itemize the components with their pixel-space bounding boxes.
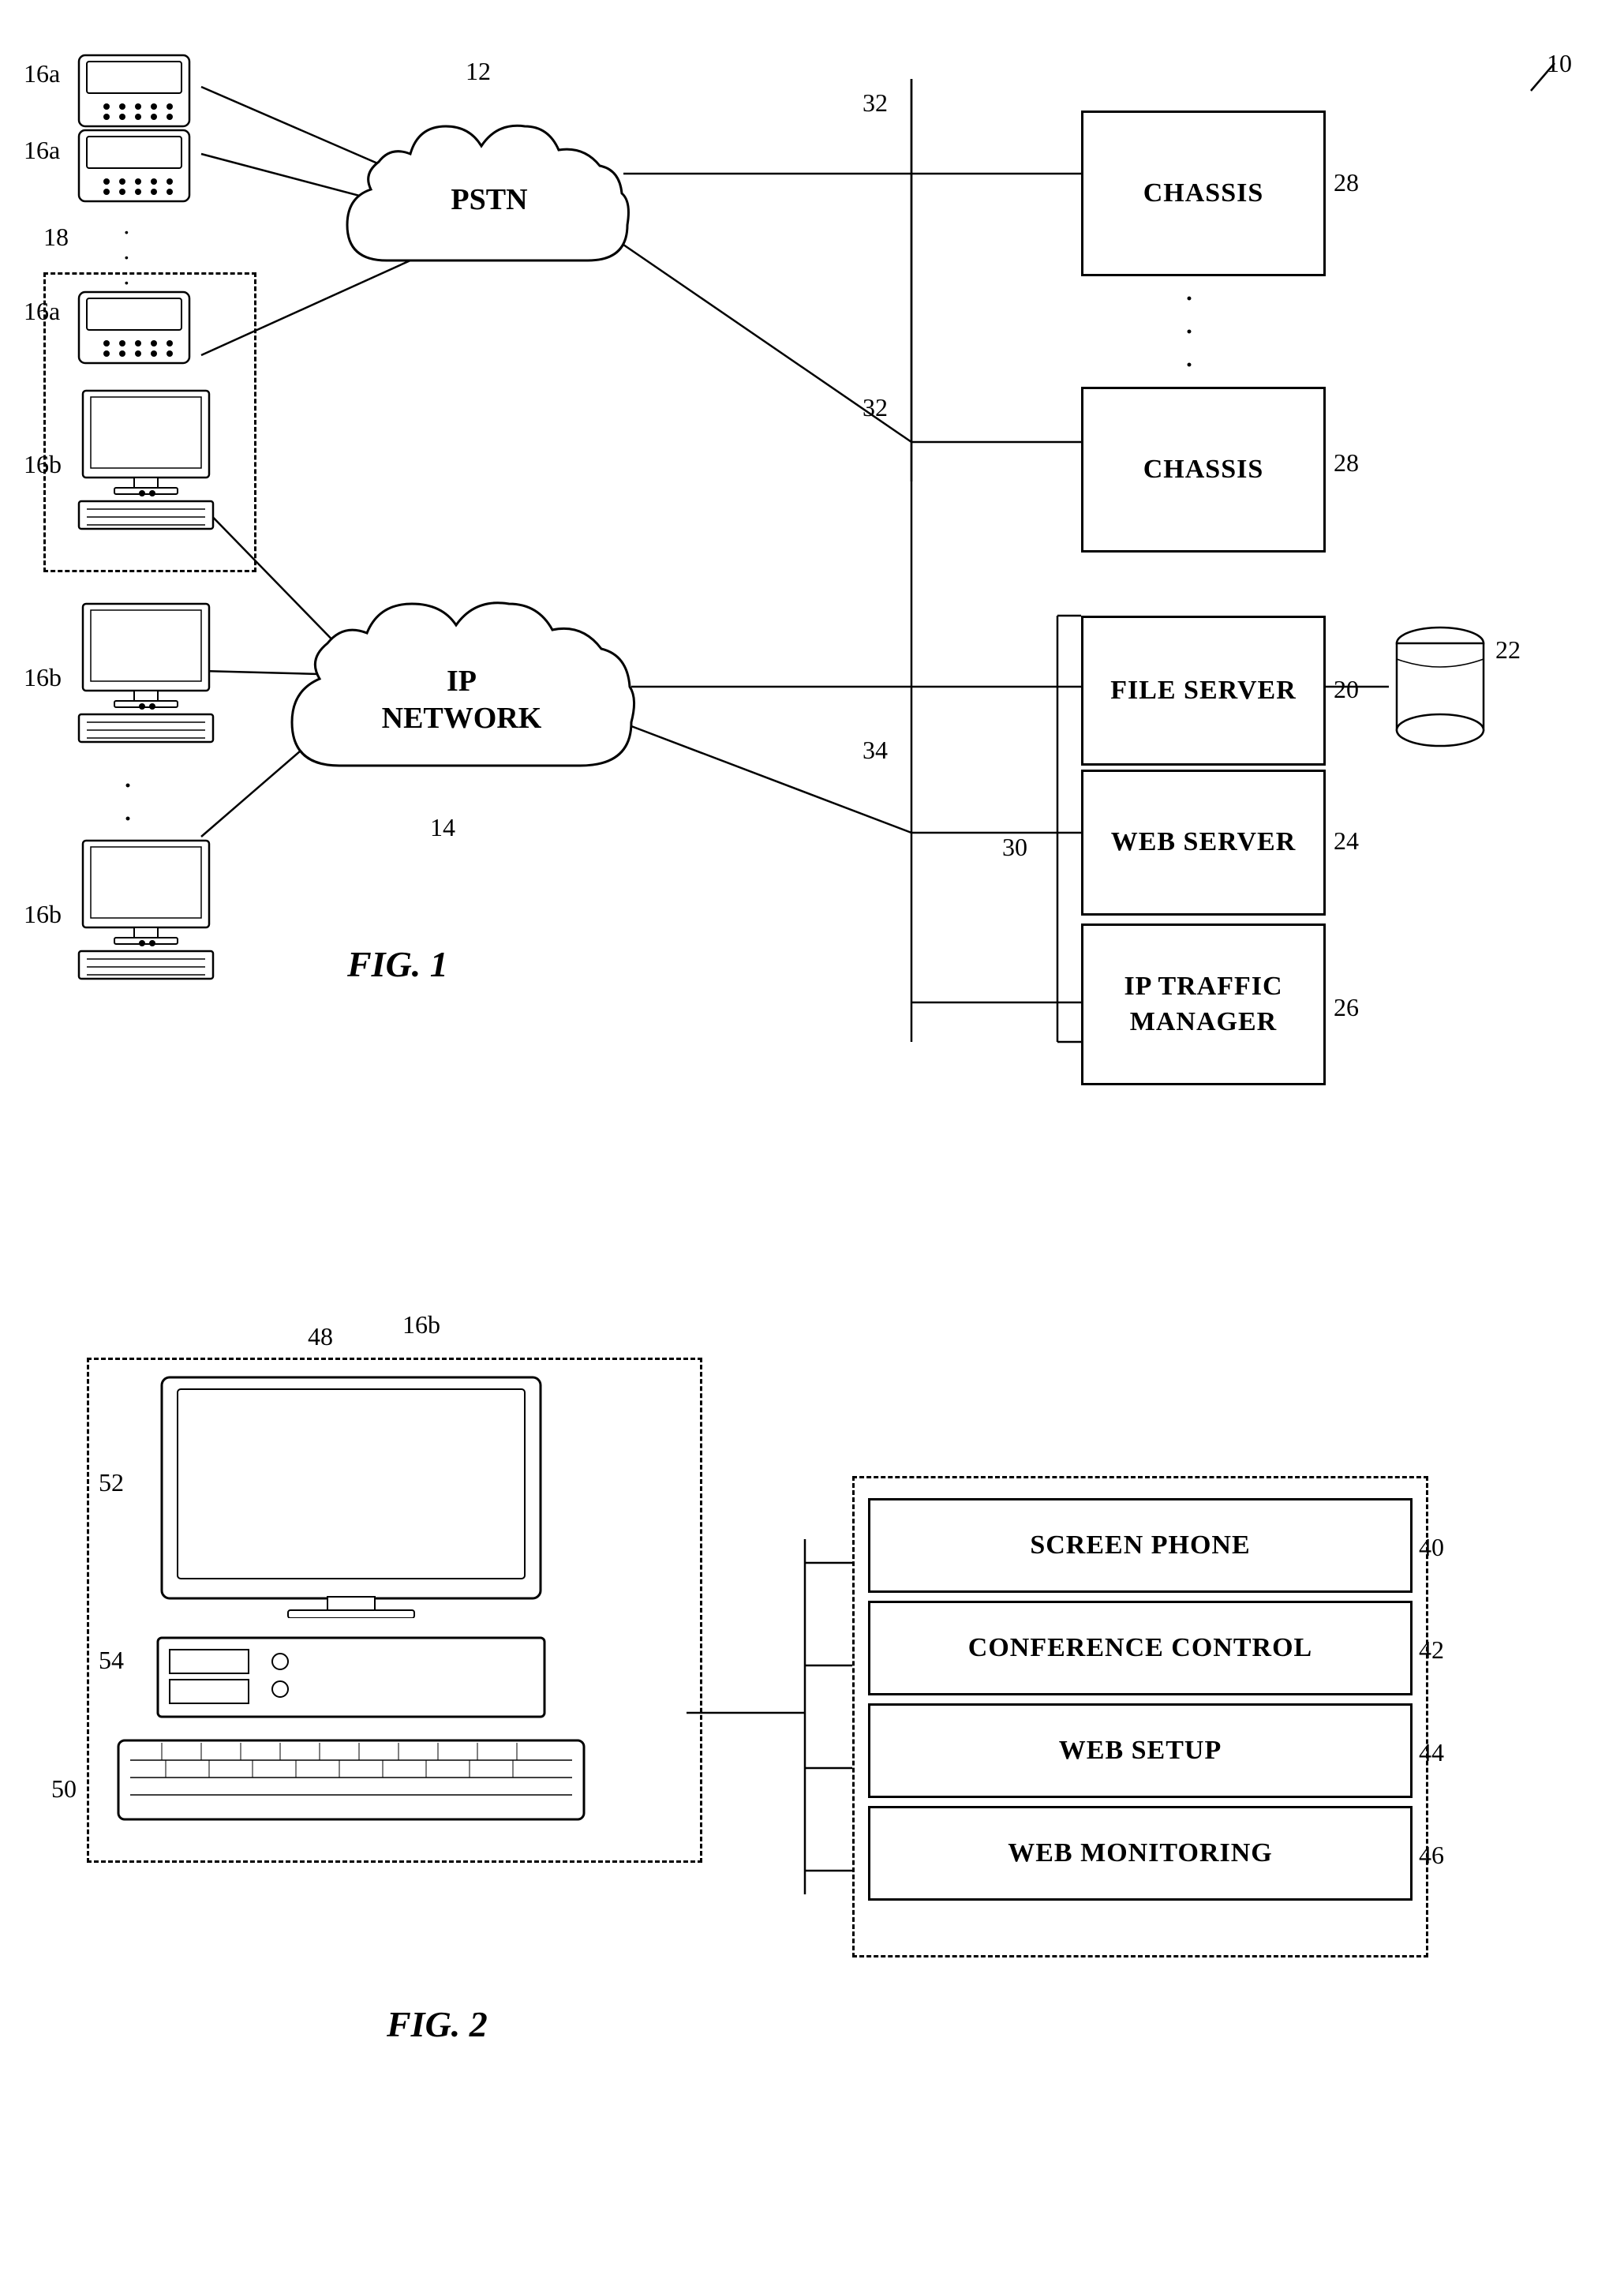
svg-text:IP: IP [447, 665, 477, 698]
ref-22: 22 [1495, 635, 1521, 665]
ref-16b-2: 16b [24, 663, 62, 692]
computer-icon-16b-1 [67, 387, 225, 545]
pstn-cloud: PSTN [339, 103, 639, 308]
ref-54: 54 [99, 1646, 124, 1675]
ref-28-2: 28 [1334, 448, 1359, 478]
ref-16a-1: 16a [24, 59, 60, 88]
phone-icon-16a-2 [71, 122, 197, 209]
ref-40: 40 [1419, 1533, 1444, 1562]
chassis-2-box: CHASSIS [1081, 387, 1326, 553]
svg-text:PSTN: PSTN [451, 183, 527, 216]
chassis-1-box: CHASSIS [1081, 111, 1326, 276]
ref-42: 42 [1419, 1635, 1444, 1665]
ref-16a-3: 16a [24, 297, 60, 326]
fig2-system-unit [154, 1634, 548, 1721]
ref-24: 24 [1334, 826, 1359, 856]
fig2-monitor [154, 1373, 548, 1618]
file-server-label: FILE SERVER [1110, 673, 1297, 708]
ip-network-cloud: IP NETWORK [284, 576, 639, 813]
ref-46: 46 [1419, 1841, 1444, 1870]
svg-text:NETWORK: NETWORK [382, 702, 542, 735]
ref-50: 50 [51, 1774, 77, 1804]
conference-control-box: CONFERENCE CONTROL [868, 1601, 1413, 1695]
ref-32-1: 32 [863, 88, 888, 118]
ip-traffic-manager-box: IP TRAFFIC MANAGER [1081, 923, 1326, 1085]
phone-icon-16a-3 [71, 284, 197, 371]
ref-30: 30 [1002, 833, 1027, 862]
fig2-keyboard [114, 1736, 588, 1823]
fig1-label: FIG. 1 [347, 943, 448, 985]
ref-34: 34 [863, 736, 888, 765]
file-server-box: FILE SERVER [1081, 616, 1326, 766]
ref-12: 12 [466, 57, 491, 86]
ip-traffic-manager-label: IP TRAFFIC MANAGER [1124, 969, 1282, 1039]
ref-52: 52 [99, 1468, 124, 1497]
ref-32-2: 32 [863, 393, 888, 422]
ref-20: 20 [1334, 675, 1359, 704]
dots-chassis: ··· [1184, 283, 1195, 382]
ref-26: 26 [1334, 993, 1359, 1022]
fig2-label: FIG. 2 [387, 2003, 488, 2045]
web-setup-box: WEB SETUP [868, 1703, 1413, 1798]
ref-14: 14 [430, 813, 455, 842]
chassis-1-label: CHASSIS [1143, 176, 1264, 211]
diagram-container: 10 PSTN 12 IP NETWORK 14 [0, 0, 1624, 2274]
computer-icon-16b-3 [67, 837, 225, 995]
ref-10: 10 [1547, 49, 1572, 78]
web-monitoring-label: WEB MONITORING [1008, 1836, 1272, 1871]
ref-44: 44 [1419, 1738, 1444, 1767]
web-server-box: WEB SERVER [1081, 770, 1326, 916]
chassis-2-label: CHASSIS [1143, 452, 1264, 487]
ref-18: 18 [43, 223, 69, 252]
web-server-label: WEB SERVER [1111, 825, 1297, 860]
ref-48: 48 [308, 1322, 333, 1351]
conference-control-label: CONFERENCE CONTROL [968, 1631, 1312, 1665]
ref-28-1: 28 [1334, 168, 1359, 197]
database-cylinder [1389, 624, 1491, 750]
ref-16a-2: 16a [24, 136, 60, 165]
ref-16b-3: 16b [24, 900, 62, 929]
web-monitoring-box: WEB MONITORING [868, 1806, 1413, 1901]
screen-phone-box: SCREEN PHONE [868, 1498, 1413, 1593]
ref-16b-1: 16b [24, 450, 62, 479]
ref-fig2-16b: 16b [402, 1310, 440, 1339]
web-setup-label: WEB SETUP [1059, 1733, 1222, 1768]
screen-phone-label: SCREEN PHONE [1030, 1528, 1250, 1563]
phone-icon-16a-1 [71, 47, 197, 134]
computer-icon-16b-2 [67, 600, 225, 758]
